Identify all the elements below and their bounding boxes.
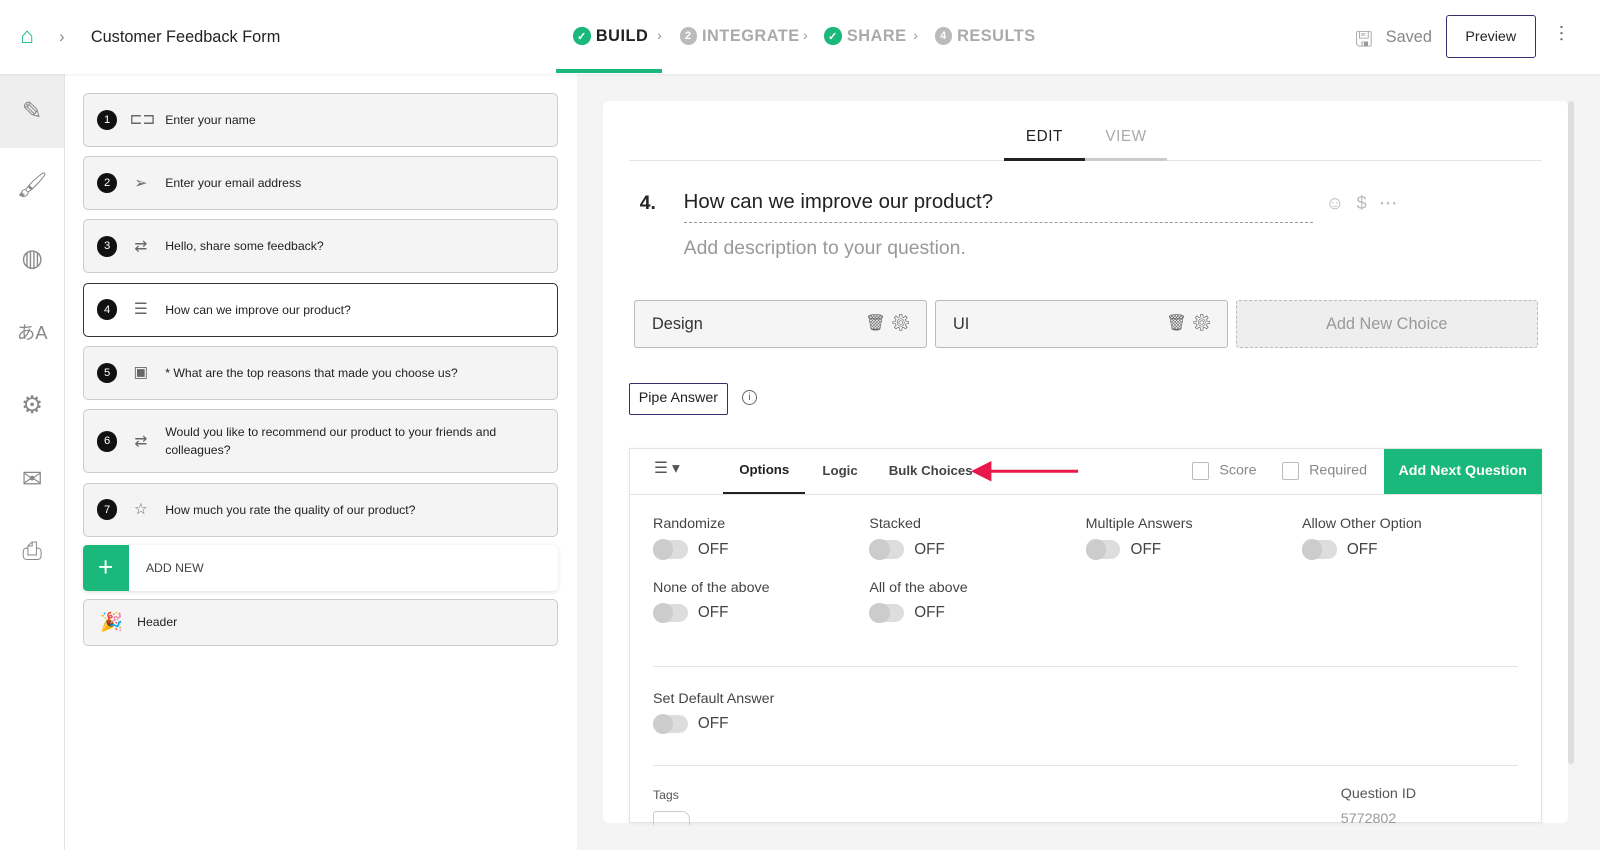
choice-list-icon: ☰ bbox=[133, 301, 148, 319]
build-pencil-icon[interactable]: ✎ bbox=[0, 74, 65, 148]
mail-icon[interactable]: ✉ bbox=[0, 442, 64, 515]
option-multiple-answers: Multiple Answers OFF bbox=[1085, 516, 1193, 560]
top-bar: ⌂ › Customer Feedback Form ✓ BUILD › 2 INT… bbox=[0, 0, 1600, 75]
text-field-icon: ⊏⊐ bbox=[129, 111, 156, 129]
toggle[interactable] bbox=[1085, 539, 1121, 560]
question-number: 4. bbox=[639, 191, 656, 214]
add-tag-button[interactable] bbox=[653, 811, 690, 826]
question-item-active[interactable]: 4 ☰ How can we improve our product? bbox=[82, 282, 559, 337]
question-item[interactable]: 3 ⇄ Hello, share some feedback? bbox=[82, 219, 559, 274]
question-id-value: 5772802 bbox=[1340, 811, 1397, 824]
pipe-answer-button[interactable]: Pipe Answer bbox=[628, 382, 729, 416]
tags-label: Tags bbox=[653, 787, 679, 802]
question-list: 1 ⊏⊐ Enter your name 2 ➢ Enter your email ad… bbox=[65, 74, 577, 850]
active-step-indicator bbox=[556, 69, 663, 74]
add-new-button[interactable]: + ADD NEW bbox=[82, 544, 559, 591]
step-integrate[interactable]: 2 INTEGRATE bbox=[679, 27, 800, 46]
question-item[interactable]: 6 ⇄ Would you like to recommend our produc… bbox=[82, 409, 559, 474]
star-icon: ☆ bbox=[133, 501, 148, 519]
chevron-icon: › bbox=[803, 27, 808, 44]
option-all-of-above: All of the above OFF bbox=[869, 579, 968, 624]
scrollbar[interactable] bbox=[1568, 101, 1575, 765]
question-id-label: Question ID bbox=[1340, 785, 1417, 802]
option-stacked: Stacked OFF bbox=[869, 516, 945, 560]
toggle[interactable] bbox=[1301, 539, 1337, 560]
icon-rail: ✎ 🖌 ◍ あA ⚙ ✉ ⎙ bbox=[0, 74, 66, 850]
option-allow-other: Allow Other Option OFF bbox=[1301, 516, 1422, 560]
question-title-input[interactable]: How can we improve our product? bbox=[683, 191, 1314, 223]
send-icon: ➢ bbox=[134, 174, 148, 192]
description-input[interactable]: Add description to your question. bbox=[684, 237, 966, 260]
question-item[interactable]: 2 ➢ Enter your email address bbox=[82, 156, 559, 211]
choice-item[interactable]: UI 🗑 ⚙ bbox=[934, 299, 1228, 348]
subtab-logic[interactable]: Logic bbox=[822, 463, 857, 478]
choice-item[interactable]: Design 🗑 ⚙ bbox=[633, 299, 927, 348]
preview-button[interactable]: Preview bbox=[1445, 15, 1536, 59]
chevron-icon: › bbox=[657, 27, 662, 44]
globe-icon[interactable]: ◍ bbox=[0, 221, 64, 294]
design-brush-icon[interactable]: 🖌 bbox=[0, 148, 64, 221]
option-none-of-above: None of the above OFF bbox=[653, 579, 770, 624]
toggle[interactable] bbox=[869, 539, 905, 560]
step-share[interactable]: ✓ SHARE bbox=[824, 27, 906, 46]
question-editor: EDIT VIEW 4. How can we improve our prod… bbox=[603, 101, 1569, 826]
image-icon: ▣ bbox=[133, 364, 148, 382]
required-checkbox[interactable]: Required bbox=[1281, 462, 1367, 480]
tab-edit[interactable]: EDIT bbox=[1004, 128, 1085, 161]
question-type-dropdown[interactable]: ☰ ▾ bbox=[654, 459, 680, 478]
info-icon[interactable]: i bbox=[741, 389, 758, 406]
print-icon[interactable]: ⎙ bbox=[0, 515, 64, 588]
add-new-choice-button[interactable]: Add New Choice bbox=[1235, 299, 1538, 348]
score-checkbox[interactable]: Score bbox=[1191, 462, 1257, 480]
header-item[interactable]: 🎉 Header bbox=[82, 598, 559, 646]
subtab-bulk-choices[interactable]: Bulk Choices bbox=[889, 463, 973, 478]
question-item[interactable]: 5 ▣ * What are the top reasons that made y… bbox=[82, 345, 559, 400]
save-icon: 🖫 bbox=[1355, 29, 1373, 52]
question-item[interactable]: 1 ⊏⊐ Enter your name bbox=[82, 92, 559, 147]
trash-icon[interactable]: 🗑 ⚙ bbox=[1166, 313, 1212, 333]
toggle[interactable] bbox=[653, 602, 688, 624]
step-results[interactable]: 4 RESULTS bbox=[934, 27, 1036, 46]
trash-icon[interactable]: 🗑 ⚙ bbox=[865, 313, 911, 333]
options-panel: ☰ ▾ Options Logic Bulk Choices Score Req… bbox=[628, 447, 1542, 826]
party-icon: 🎉 bbox=[99, 611, 123, 633]
translate-icon[interactable]: あA bbox=[0, 295, 64, 368]
toggle[interactable] bbox=[869, 602, 905, 624]
plus-icon: + bbox=[82, 544, 129, 591]
toggle[interactable] bbox=[653, 539, 688, 560]
add-next-question-button[interactable]: Add Next Question bbox=[1383, 448, 1542, 494]
toggle[interactable] bbox=[653, 713, 688, 735]
settings-icon[interactable]: ⚙ bbox=[0, 368, 64, 441]
step-build[interactable]: ✓ BUILD bbox=[573, 27, 648, 46]
feedback-icon: ⇄ bbox=[134, 237, 148, 255]
feedback-icon: ⇄ bbox=[134, 432, 148, 450]
question-action-icons[interactable]: ☺$⋯ bbox=[1325, 192, 1409, 214]
chevron-right-icon: › bbox=[59, 27, 65, 46]
question-item[interactable]: 7 ☆ How much you rate the quality of our p… bbox=[82, 482, 559, 537]
subtab-options[interactable]: Options bbox=[723, 449, 806, 494]
option-default-answer: Set Default Answer OFF bbox=[653, 690, 775, 735]
option-randomize: Randomize OFF bbox=[653, 516, 729, 560]
chevron-icon: › bbox=[913, 27, 919, 44]
arrow-annotation-icon bbox=[971, 461, 1079, 482]
home-icon[interactable]: ⌂ bbox=[20, 23, 34, 49]
tab-view[interactable]: VIEW bbox=[1084, 128, 1168, 161]
saved-status: Saved bbox=[1385, 27, 1432, 46]
form-title: Customer Feedback Form bbox=[90, 27, 281, 46]
more-icon[interactable]: ··· bbox=[1552, 24, 1573, 42]
